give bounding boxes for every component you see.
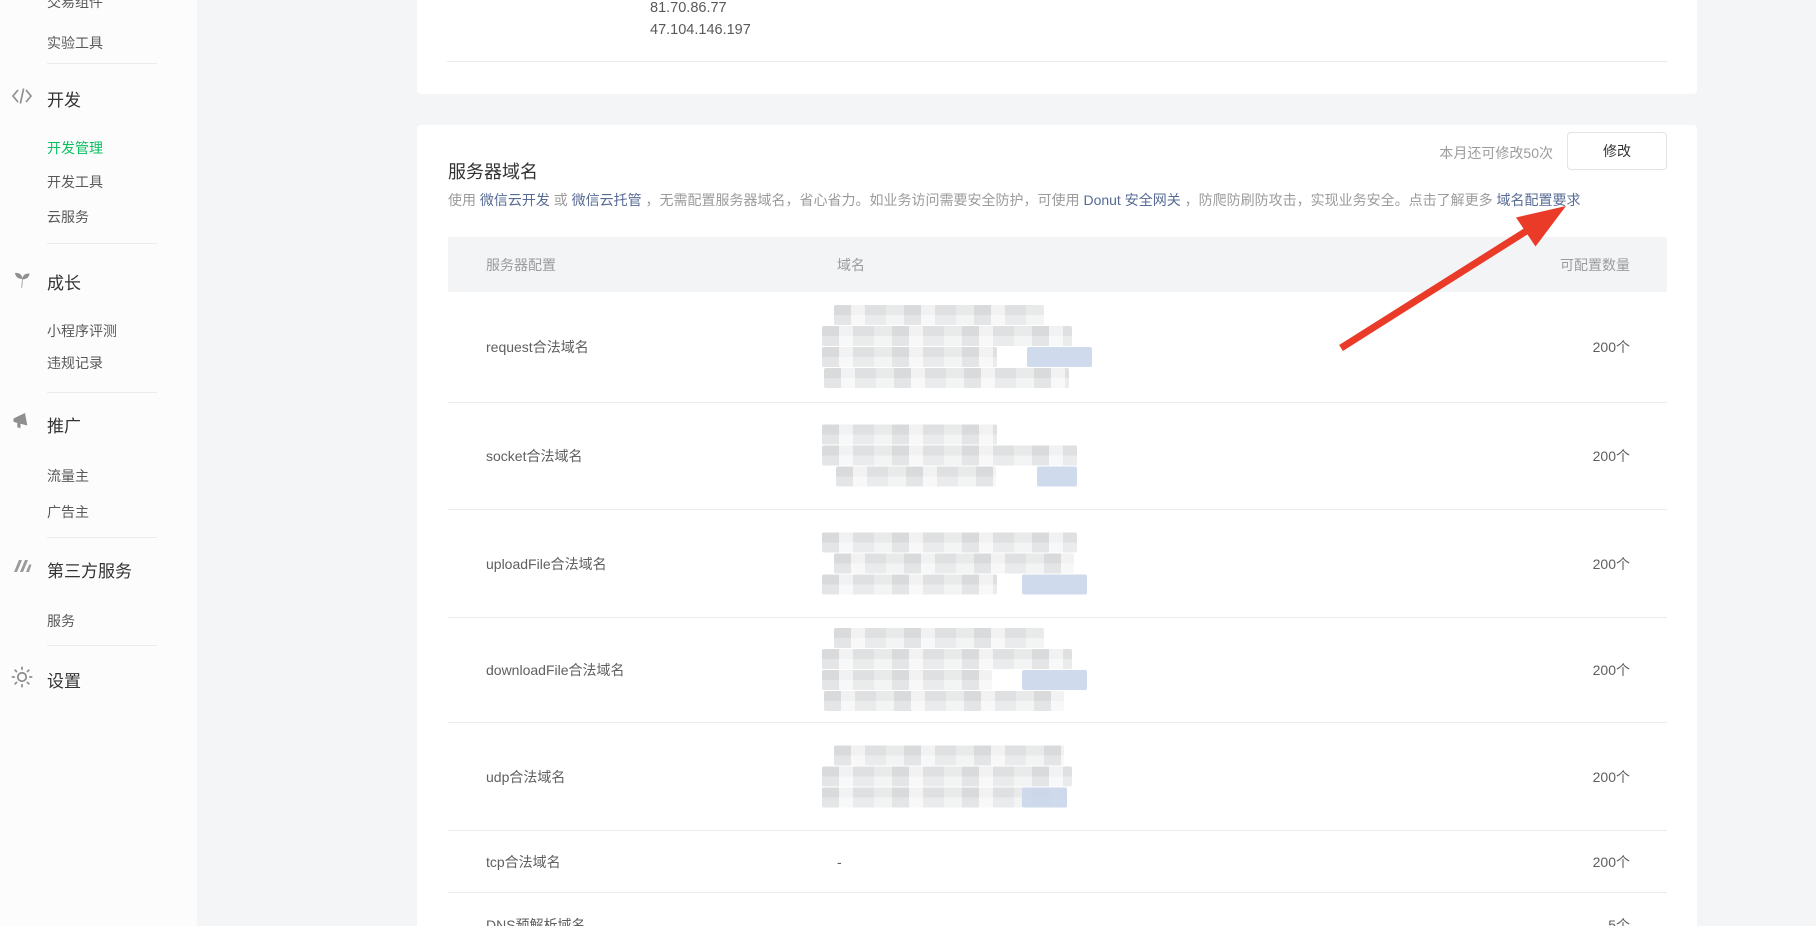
header-domain: 域名 xyxy=(837,255,865,275)
row-config-label: DNS预解析域名 xyxy=(486,915,586,926)
sidebar-section-第三方服务[interactable]: 第三方服务 xyxy=(47,557,132,582)
sidebar-item-交易组件[interactable]: 交易组件 xyxy=(47,0,103,12)
sidebar-divider xyxy=(47,537,157,538)
modify-quota-text: 本月还可修改50次 xyxy=(1439,143,1553,163)
megaphone-icon xyxy=(10,410,34,434)
sidebar-section-开发[interactable]: 开发 xyxy=(47,86,81,111)
table-row-downloadFile合法域名: downloadFile合法域名 200个 xyxy=(448,618,1667,723)
sidebar-item-开发管理[interactable]: 开发管理 xyxy=(47,138,103,158)
sidebar-item-广告主[interactable]: 广告主 xyxy=(47,502,89,522)
page: 交易组件 实验工具 开发 开发管理 开发工具 云服务 成长 小程序评测 违规记录… xyxy=(0,0,1816,926)
redacted-domain-mosaic xyxy=(822,305,1092,389)
ip-card: 81.70.86.77 47.104.146.197 xyxy=(417,0,1697,94)
sidebar-divider xyxy=(47,243,157,244)
sidebar-section-推广[interactable]: 推广 xyxy=(47,412,81,437)
sidebar-section-设置[interactable]: 设置 xyxy=(47,667,81,692)
sidebar-item-服务[interactable]: 服务 xyxy=(47,611,75,631)
table-row-DNS预解析域名: DNS预解析域名 5个 xyxy=(448,893,1667,926)
redacted-domain-mosaic xyxy=(822,628,1092,712)
table-row-request合法域名: request合法域名 200个 xyxy=(448,292,1667,403)
sidebar-item-小程序评测[interactable]: 小程序评测 xyxy=(47,321,117,341)
sidebar-item-流量主[interactable]: 流量主 xyxy=(47,466,89,486)
modify-button[interactable]: 修改 xyxy=(1567,132,1667,170)
header-config-quota: 可配置数量 xyxy=(1560,255,1630,275)
sidebar-item-云服务[interactable]: 云服务 xyxy=(47,207,89,227)
description-text: ，无需配置服务器域名，省心省力。如业务访问需要安全防护，可使用 xyxy=(642,192,1084,208)
table-row-socket合法域名: socket合法域名 200个 xyxy=(448,403,1667,510)
card-divider xyxy=(447,61,1667,62)
row-config-label: uploadFile合法域名 xyxy=(486,554,607,574)
link-域名配置要求[interactable]: 域名配置要求 xyxy=(1496,192,1580,208)
row-config-label: request合法域名 xyxy=(486,337,589,357)
description-text: 使用 xyxy=(448,192,480,208)
row-config-label: tcp合法域名 xyxy=(486,852,561,872)
table-row-udp合法域名: udp合法域名 200个 xyxy=(448,723,1667,831)
sprout-icon xyxy=(10,267,34,291)
row-quota-value: 200个 xyxy=(1593,554,1630,574)
header-server-config: 服务器配置 xyxy=(486,255,556,275)
row-domain-value: - xyxy=(837,854,842,870)
sidebar-item-开发工具[interactable]: 开发工具 xyxy=(47,172,103,192)
third-party-icon xyxy=(10,555,34,579)
ip-address: 81.70.86.77 xyxy=(650,0,727,16)
sidebar-section-成长[interactable]: 成长 xyxy=(47,269,81,294)
table-row-tcp合法域名: tcp合法域名 - 200个 xyxy=(448,831,1667,893)
description-text: 或 xyxy=(550,192,572,208)
table-row-uploadFile合法域名: uploadFile合法域名 200个 xyxy=(448,510,1667,618)
link-Donut 安全网关[interactable]: Donut 安全网关 xyxy=(1083,192,1180,208)
row-quota-value: 200个 xyxy=(1593,767,1630,787)
domain-table: 服务器配置 域名 可配置数量 request合法域名 200个 socket合法… xyxy=(448,237,1667,926)
redacted-domain-mosaic xyxy=(822,532,1092,595)
redacted-domain-mosaic xyxy=(822,745,1092,808)
sidebar-item-实验工具[interactable]: 实验工具 xyxy=(47,33,103,53)
row-quota-value: 5个 xyxy=(1608,915,1630,926)
description-text: ，防爬防刷防攻击，实现业务安全。点击了解更多 xyxy=(1181,192,1497,208)
sidebar-divider xyxy=(47,63,157,64)
row-config-label: downloadFile合法域名 xyxy=(486,660,625,680)
row-config-label: udp合法域名 xyxy=(486,767,565,787)
server-domain-card: 服务器域名 本月还可修改50次 修改 使用 微信云开发 或 微信云托管 ，无需配… xyxy=(417,125,1697,926)
ip-address: 47.104.146.197 xyxy=(650,22,751,38)
gear-icon xyxy=(10,665,34,689)
link-微信云托管[interactable]: 微信云托管 xyxy=(572,192,642,208)
row-config-label: socket合法域名 xyxy=(486,446,582,466)
link-微信云开发[interactable]: 微信云开发 xyxy=(480,192,550,208)
redacted-domain-mosaic xyxy=(822,425,1092,488)
sidebar-divider xyxy=(47,645,157,646)
row-quota-value: 200个 xyxy=(1593,660,1630,680)
table-header-row: 服务器配置 域名 可配置数量 xyxy=(448,237,1667,292)
section-title: 服务器域名 xyxy=(448,158,538,184)
domain-description: 使用 微信云开发 或 微信云托管 ，无需配置服务器域名，省心省力。如业务访问需要… xyxy=(448,191,1580,210)
row-quota-value: 200个 xyxy=(1593,337,1630,357)
code-icon xyxy=(10,84,34,108)
row-quota-value: 200个 xyxy=(1593,446,1630,466)
sidebar: 交易组件 实验工具 开发 开发管理 开发工具 云服务 成长 小程序评测 违规记录… xyxy=(0,0,197,926)
row-quota-value: 200个 xyxy=(1593,852,1630,872)
sidebar-divider xyxy=(47,392,157,393)
sidebar-item-违规记录[interactable]: 违规记录 xyxy=(47,353,103,373)
